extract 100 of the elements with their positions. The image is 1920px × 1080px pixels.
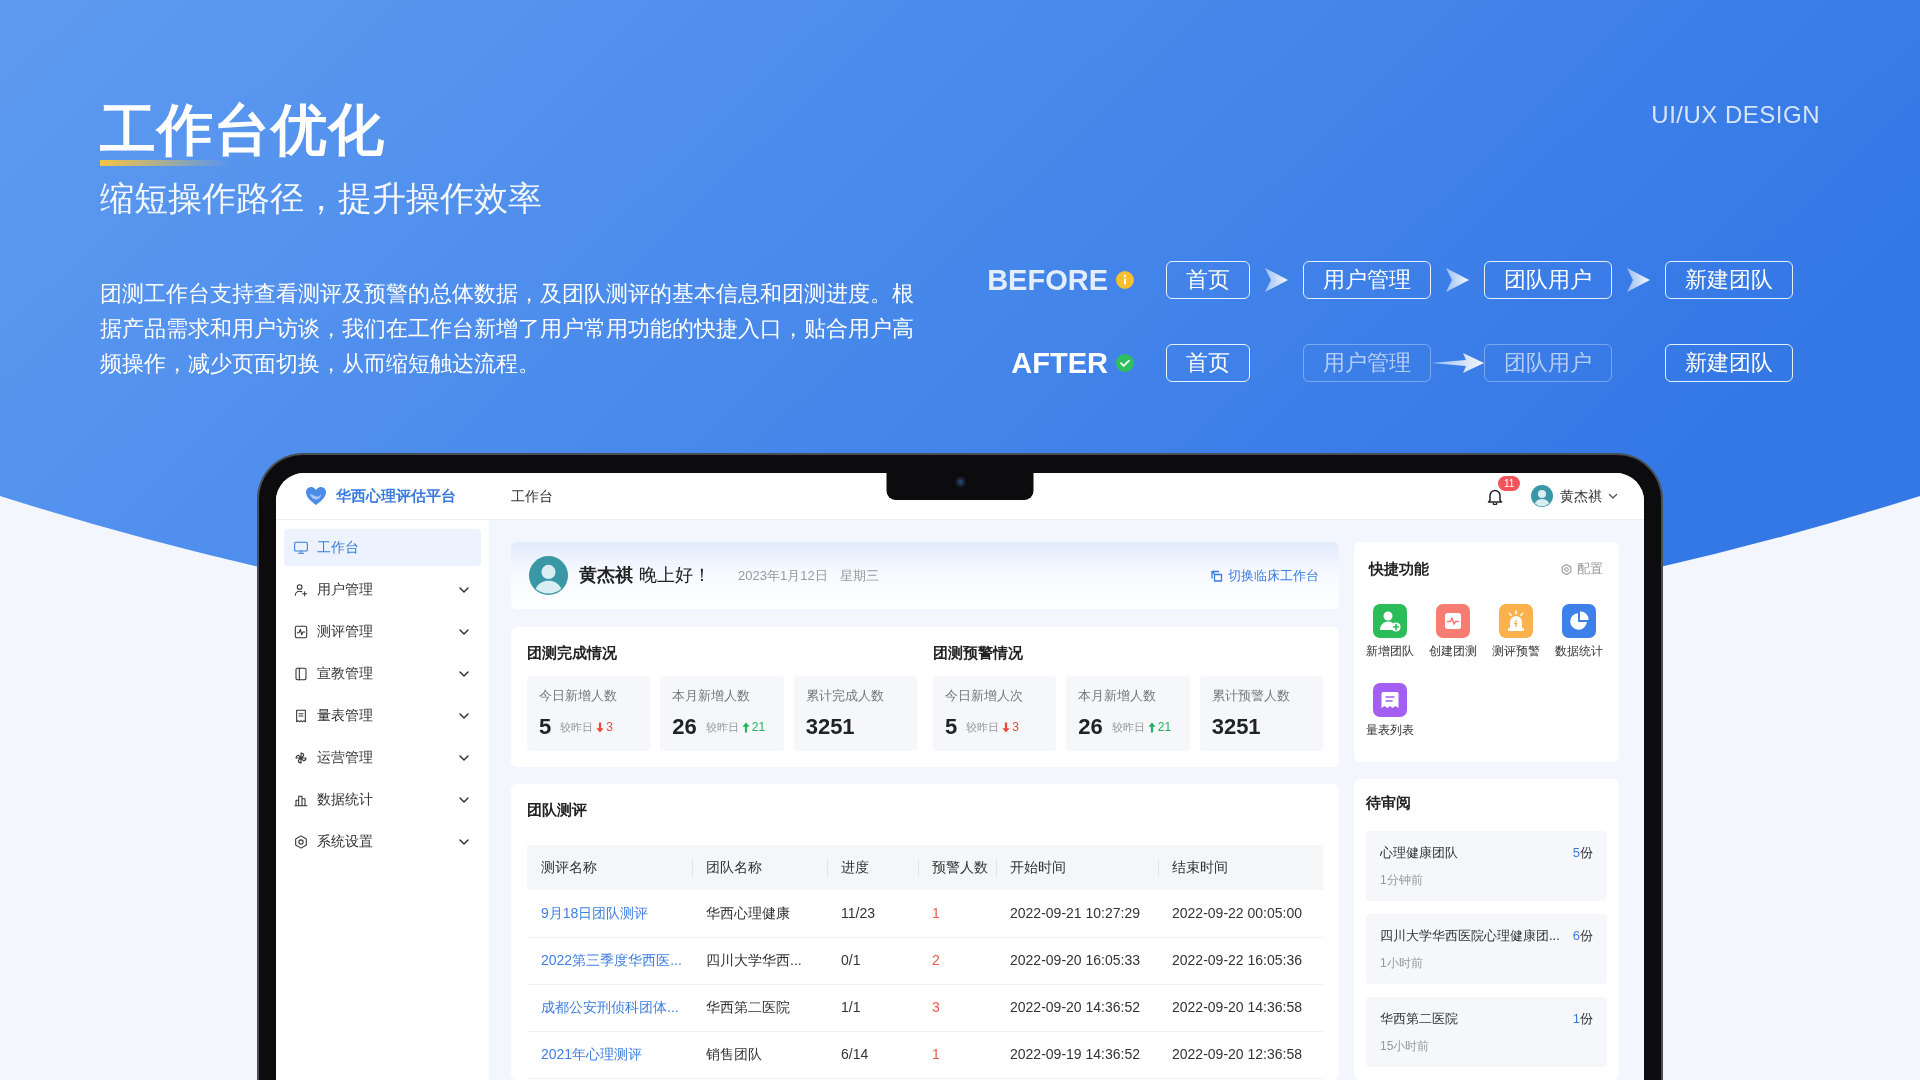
bell-icon[interactable] <box>1487 487 1503 505</box>
column-header: 测评名称 <box>527 845 692 890</box>
stat-label: 累计完成人数 <box>805 687 885 705</box>
arrow-icon <box>1265 268 1288 292</box>
path-step: 新建团队 <box>1665 344 1793 382</box>
section-title: 团测完成情况 <box>527 643 618 663</box>
path-step: 新建团队 <box>1665 261 1793 299</box>
stat-value: 3251 <box>805 713 855 741</box>
heart-logo-icon <box>305 486 327 506</box>
quick-function[interactable]: 量表列表 <box>1358 683 1421 738</box>
chevron-down-icon[interactable] <box>1608 491 1618 501</box>
compare-label: 较昨日 <box>705 719 739 735</box>
change-value: 21 <box>1157 719 1172 736</box>
user-name: 黄杰祺 <box>579 564 633 587</box>
table-cell: 华西第二医院 <box>692 984 827 1031</box>
sidebar-item[interactable]: 用户管理 <box>284 571 481 608</box>
table-cell: 1 <box>918 1031 996 1078</box>
description-paragraph: 团测工作台支持查看测评及预警的总体数据，及团队测评的基本信息和团测进度。根据产品需求和用户访谈，我们在工作台新增了用户常用功能的快捷入口，贴合用户高频操作，减少页面切换，从而缩短触达流程。 <box>100 280 915 378</box>
change-value: 3 <box>1012 719 1019 736</box>
table-cell: 1 <box>918 890 996 937</box>
camera-icon <box>955 477 965 487</box>
monitor-icon <box>293 539 309 556</box>
notification-count: 11 <box>1498 475 1521 491</box>
activity-icon <box>293 623 309 640</box>
page-title-text: 工作台优化 <box>100 100 386 160</box>
change-value: 3 <box>606 719 613 736</box>
review-time: 15小时前 <box>1380 1038 1431 1054</box>
column-header: 开始时间 <box>996 845 1158 890</box>
user-add-icon <box>293 581 309 598</box>
settings-icon <box>293 833 309 850</box>
table-cell: 1/1 <box>827 984 918 1031</box>
review-item[interactable]: 四川大学华西医院心理健康团... 6份 1小时前 <box>1366 914 1607 984</box>
book-icon <box>293 665 309 682</box>
section-title: 待审阅 <box>1366 793 1412 813</box>
stat-label: 今日新增人次 <box>945 687 1024 705</box>
stat-label: 今日新增人数 <box>539 687 618 705</box>
sidebar-item[interactable]: 运营管理 <box>284 739 481 776</box>
sidebar-item[interactable]: 系统设置 <box>284 823 481 860</box>
path-step: 首页 <box>1166 344 1250 382</box>
review-count: 6份 <box>1572 927 1593 945</box>
test-name-link[interactable]: 2022第三季度华西医... <box>527 937 692 984</box>
review-name: 四川大学华西医院心理健康团... <box>1380 927 1560 945</box>
breadcrumb-title: 工作台 <box>511 486 553 506</box>
stat-value: 5 <box>945 713 958 741</box>
quick-function[interactable]: 测评预警 <box>1484 604 1547 659</box>
change-value: 21 <box>751 719 766 736</box>
column-header: 进度 <box>827 845 918 890</box>
avatar-icon <box>1531 485 1553 507</box>
table-cell: 3 <box>918 984 996 1031</box>
info-icon <box>1116 271 1134 289</box>
compare-label: 较昨日 <box>1111 719 1145 735</box>
stat-value: 5 <box>539 713 552 741</box>
avatar-icon <box>529 556 568 595</box>
path-step: 用户管理 <box>1303 344 1431 382</box>
path-step: 首页 <box>1166 261 1250 299</box>
table-cell: 2 <box>918 937 996 984</box>
stat-label: 累计预警人数 <box>1211 687 1291 705</box>
document-icon <box>293 707 309 724</box>
sidebar-item[interactable]: 工作台 <box>284 529 481 566</box>
pinwheel-icon <box>293 749 309 766</box>
review-name: 华西第二医院 <box>1380 1010 1458 1028</box>
sidebar-item[interactable]: 宣教管理 <box>284 655 481 692</box>
section-title: 团测预警情况 <box>933 643 1024 663</box>
table-cell: 四川大学华西... <box>692 937 827 984</box>
review-count: 5份 <box>1572 844 1593 862</box>
review-item[interactable]: 华西第二医院 1份 15小时前 <box>1366 997 1607 1067</box>
review-name: 心理健康团队 <box>1380 844 1458 862</box>
test-name-link[interactable]: 9月18日团队测评 <box>527 890 692 937</box>
table-cell: 2022-09-20 16:05:33 <box>996 937 1158 984</box>
table-cell: 销售团队 <box>692 1031 827 1078</box>
design-tag: UI/UX DESIGN <box>1651 100 1820 130</box>
sidebar-item[interactable]: 测评管理 <box>284 613 481 650</box>
sidebar-item[interactable]: 数据统计 <box>284 781 481 818</box>
stat-label: 本月新增人数 <box>672 687 752 705</box>
arrow-icon <box>1627 268 1650 292</box>
review-time: 1小时前 <box>1380 955 1424 971</box>
flow-label: BEFORE <box>987 263 1108 298</box>
table-cell: 2022-09-19 14:36:52 <box>996 1031 1158 1078</box>
sidebar-item[interactable]: 量表管理 <box>284 697 481 734</box>
weekday-text: 星期三 <box>839 566 879 585</box>
table-cell: 0/1 <box>827 937 918 984</box>
greeting-text: 晚上好！ <box>639 564 711 587</box>
test-name-link[interactable]: 2021年心理测评 <box>527 1031 692 1078</box>
review-item[interactable]: 心理健康团队 5份 1分钟前 <box>1366 831 1607 901</box>
quick-function[interactable]: 新增团队 <box>1358 604 1421 659</box>
review-count: 1份 <box>1572 1010 1593 1028</box>
quick-function[interactable]: 数据统计 <box>1547 604 1610 659</box>
table-cell: 华西心理健康 <box>692 890 827 937</box>
quick-function[interactable]: 创建团测 <box>1421 604 1484 659</box>
flow-label: AFTER <box>1011 346 1108 381</box>
table-cell: 6/14 <box>827 1031 918 1078</box>
path-step: 团队用户 <box>1484 344 1612 382</box>
switch-workbench-link[interactable]: 切换临床工作台 <box>1211 565 1319 586</box>
table-cell: 2022-09-20 14:36:58 <box>1158 984 1323 1031</box>
subtitle: 缩短操作路径，提升操作效率 <box>100 178 543 219</box>
test-name-link[interactable]: 成都公安刑侦科团体... <box>527 984 692 1031</box>
column-header: 结束时间 <box>1158 845 1323 890</box>
compare-label: 较昨日 <box>966 719 1000 735</box>
arrow-icon <box>1446 268 1469 292</box>
user-name[interactable]: 黄杰祺 <box>1560 485 1602 507</box>
